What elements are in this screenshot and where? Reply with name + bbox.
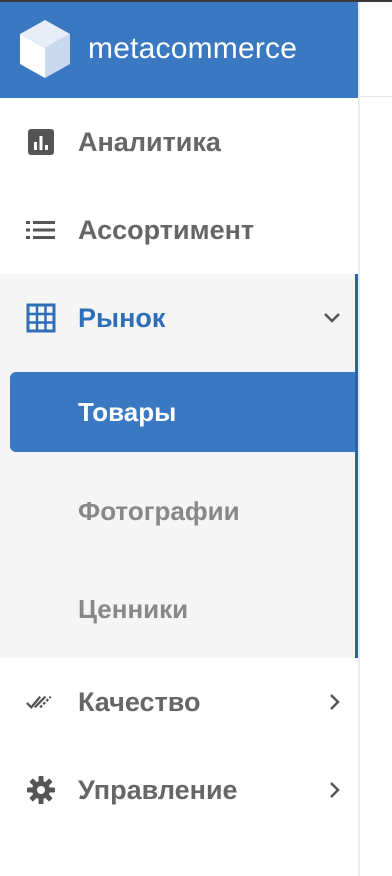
double-check-icon	[26, 687, 56, 717]
brand-name: metacommerce	[88, 32, 298, 65]
sidebar-subitem-label: Ценники	[78, 593, 189, 624]
sidebar-item-label: Управление	[78, 774, 238, 805]
sidebar-item-analytics[interactable]: Аналитика	[0, 98, 358, 186]
sidebar-header[interactable]: metacommerce	[0, 0, 358, 98]
gear-icon	[26, 775, 56, 805]
sidebar-item-label: Ассортимент	[78, 214, 255, 245]
window-top-border	[0, 0, 392, 2]
sidebar-item-assortment[interactable]: Ассортимент	[0, 186, 358, 274]
sidebar: metacommerce Аналитика Ассортимент Рынок…	[0, 0, 360, 876]
list-icon	[26, 215, 56, 245]
sidebar-item-label: Качество	[78, 686, 201, 717]
chevron-down-icon[interactable]	[321, 307, 343, 329]
cube-logo-icon	[20, 20, 70, 78]
sidebar-subitem-price-tags[interactable]: Ценники	[0, 560, 355, 658]
sidebar-subitem-products[interactable]: Товары	[10, 372, 355, 452]
sidebar-group-market: Рынок Товары Фотографии Ценники	[0, 274, 358, 658]
chevron-right-icon[interactable]	[324, 691, 346, 713]
bar-chart-icon	[26, 127, 56, 157]
sidebar-item-market[interactable]: Рынок	[0, 274, 355, 362]
sidebar-item-quality[interactable]: Качество	[0, 658, 358, 746]
sidebar-item-label: Рынок	[78, 302, 166, 333]
sidebar-subitem-photos[interactable]: Фотографии	[0, 462, 355, 560]
grid-table-icon	[26, 303, 56, 333]
content-header-divider	[360, 96, 392, 97]
sidebar-item-management[interactable]: Управление	[0, 746, 358, 834]
sidebar-subitem-label: Товары	[78, 396, 177, 427]
sidebar-subitem-label: Фотографии	[78, 495, 240, 526]
chevron-right-icon[interactable]	[324, 779, 346, 801]
sidebar-item-label: Аналитика	[78, 126, 221, 157]
